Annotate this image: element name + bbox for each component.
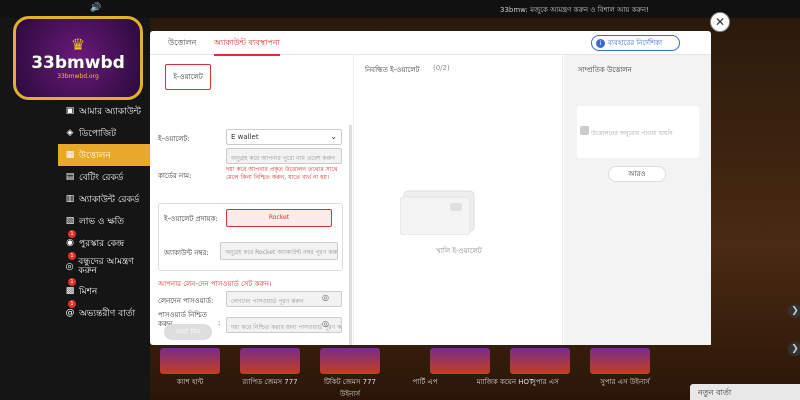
ewallet-select-value: E wallet	[231, 133, 259, 141]
logo-sub: 33bmwbd.org	[57, 72, 99, 80]
modal-tabs: উত্তোলন অ্যাকাউন্ট ব্যবস্থাপনা i ব্যবহার…	[150, 31, 711, 56]
notification-badge: 1	[68, 300, 76, 308]
saved-ewallets-count: (0/2)	[433, 64, 450, 72]
message-icon: @	[65, 308, 75, 318]
password-label: লেনদেন পাসওয়ার্ড:	[158, 297, 214, 305]
sidebar-item-betting-record[interactable]: ▤ বেটিং রেকর্ড	[58, 166, 150, 188]
game-tile[interactable]	[510, 348, 570, 374]
provider-label: ই-ওয়ালেট প্রদায়ক:	[164, 215, 218, 223]
colon-separator: :	[218, 319, 221, 327]
game-label: সুপার এস উইনার্স	[600, 378, 650, 386]
crown-icon: ♛	[70, 34, 86, 54]
sidebar-item-label: ডিপোজিট	[79, 128, 117, 139]
account-number-label: অ্যাকাউন্ট নম্বর:	[164, 249, 209, 257]
game-label: সুপার এস	[531, 378, 559, 386]
account-sidebar: ▣ আমার অ্যাকাউন্ট ◈ ডিপোজিট ▦ উত্তোলন ▤ বেটি…	[58, 100, 150, 324]
cardname-input[interactable]: অনুগ্রহ করে আপনার পুরো নাম প্রবেশ করুন	[226, 148, 342, 164]
logo-name: 33bmwbd	[31, 52, 125, 73]
brand-logo[interactable]: ♛ 33bmwbd 33bmwbd.org	[13, 16, 143, 100]
tab-withdraw[interactable]: উত্তোলন	[168, 37, 196, 50]
submit-button[interactable]: জমা দিন	[164, 324, 212, 340]
mission-icon: ▩	[65, 286, 75, 296]
sidebar-item-label: উত্তোলন	[79, 150, 111, 161]
news-button[interactable]: নতুন বার্তা	[690, 384, 800, 400]
add-ewallet-form: ই-ওয়ালেট ই-ওয়ালেট: E wallet ⌄ কার্ডের …	[150, 55, 354, 345]
reward-icon: ◉	[66, 238, 74, 248]
sidebar-item-label: অ্যাকাউন্ট রেকর্ড	[79, 194, 140, 205]
withdraw-icon: ▦	[65, 150, 75, 160]
document-icon	[580, 126, 589, 135]
recent-empty-text: উত্তোলনের অনুরোধ পাওয়া যায়নি	[591, 130, 673, 137]
saved-ewallets-title: নিবন্ধিত ই-ওয়ালেট	[365, 66, 420, 74]
chevron-right-icon[interactable]: ❯	[788, 304, 800, 318]
account-number-input[interactable]: অনুগ্রহ করে Rocket অ্যাকাউন্ট নম্বর পূরণ…	[220, 242, 338, 260]
notification-badge: 1	[68, 252, 76, 260]
deposit-icon: ◈	[66, 128, 74, 138]
saved-ewallets-panel: নিবন্ধিত ই-ওয়ালেট (0/2) খালি ই-ওয়ালেট	[355, 55, 563, 345]
game-strip: ক্যাশ হান্ট র‍্যাপিড জেমস 777 টিকিট জেমস…	[160, 348, 660, 400]
recent-withdrawals-title: সাম্প্রতিক উত্তোলন	[578, 66, 632, 74]
provider-input[interactable]: Rocket	[226, 209, 332, 227]
tab-account-management[interactable]: অ্যাকাউন্ট ব্যবস্থাপনা	[214, 37, 280, 56]
sidebar-item-label: অভ্যন্তরীণ বার্তা	[79, 308, 136, 319]
eye-icon[interactable]: ◎	[322, 319, 329, 328]
sidebar-item-label: আমার অ্যাকাউন্ট	[79, 106, 141, 117]
game-tile[interactable]	[430, 348, 490, 374]
speaker-icon: 🔊	[90, 3, 102, 13]
ewallet-label: ই-ওয়ালেট:	[158, 135, 190, 143]
sidebar-item-account-record[interactable]: ▥ অ্যাকাউন্ট রেকর্ড	[58, 188, 150, 210]
game-tile[interactable]	[590, 348, 650, 374]
sidebar-item-my-account[interactable]: ▣ আমার অ্যাকাউন্ট	[58, 100, 150, 122]
eye-icon[interactable]: ◎	[322, 293, 329, 302]
sidebar-item-label: পুরস্কার কেন্দ্র	[79, 238, 125, 249]
notification-badge: 1	[68, 278, 76, 286]
sidebar-item-deposit[interactable]: ◈ ডিপোজিট	[58, 122, 150, 144]
chevron-down-icon: ⌄	[330, 132, 337, 141]
game-tile[interactable]	[160, 348, 220, 374]
password-section-header: আপনার লেন-দেন পাসওয়ার্ড সেট করুন।	[158, 280, 272, 288]
notification-badge: 1	[68, 230, 76, 238]
sidebar-item-reward[interactable]: 1 ◉ পুরস্কার কেন্দ্র	[58, 230, 150, 254]
marquee-text: 33bmw: মজুকে আমন্ত্রণ করুন ও বিশাল আয় ক…	[500, 6, 649, 14]
sidebar-item-profit-loss[interactable]: ▧ লাভ ও ক্ষতি	[58, 210, 150, 232]
sidebar-item-mission[interactable]: 1 ▩ মিশন	[58, 278, 150, 302]
sidebar-item-invite[interactable]: 1 ◎ বন্ধুদের আমন্ত্রণ করুন	[58, 252, 150, 280]
sidebar-item-label: বন্ধুদের আমন্ত্রণ করুন	[78, 257, 134, 276]
close-icon[interactable]: ✕	[710, 12, 730, 32]
recent-withdrawals-panel: সাম্প্রতিক উত্তোলন উত্তোলনের অনুরোধ পাওয…	[564, 55, 711, 345]
ewallet-select[interactable]: E wallet ⌄	[226, 129, 342, 145]
sidebar-item-withdraw[interactable]: ▦ উত্তোলন	[58, 144, 150, 166]
more-button[interactable]: আরও	[608, 166, 666, 182]
game-label: র‍্যাপিড জেমস 777	[242, 378, 298, 386]
usage-guide-label: ব্যবহারের নির্দেশিকা	[608, 39, 663, 47]
game-tile[interactable]	[320, 348, 380, 374]
sidebar-item-messages[interactable]: 1 @ অভ্যন্তরীণ বার্তা	[58, 300, 150, 324]
cardname-label: কার্ডের নাম:	[158, 172, 192, 180]
withdraw-modal: উত্তোলন অ্যাকাউন্ট ব্যবস্থাপনা i ব্যবহার…	[150, 31, 711, 345]
sidebar-item-label: বেটিং রেকর্ড	[79, 172, 124, 183]
game-tile[interactable]	[240, 348, 300, 374]
chevron-right-icon[interactable]: ❯	[788, 342, 800, 356]
form-scrollbar[interactable]	[349, 125, 352, 345]
empty-wallet-text: খালি ই-ওয়ালেট	[436, 247, 482, 255]
usage-guide-button[interactable]: i ব্যবহারের নির্দেশিকা	[591, 35, 680, 51]
cardname-warning: দয়া করে আপনার প্রকৃত উত্তোলন তথ্যের সাথ…	[226, 166, 338, 181]
game-label: টিকিট জেমস 777 উইনার্স	[324, 378, 376, 398]
ewallet-type-chip[interactable]: ই-ওয়ালেট	[165, 64, 211, 90]
recent-withdrawals-empty: উত্তোলনের অনুরোধ পাওয়া যায়নি	[577, 106, 699, 158]
user-icon: ▣	[65, 106, 75, 116]
info-icon: i	[596, 38, 605, 48]
sidebar-item-label: মিশন	[79, 286, 98, 297]
profit-loss-icon: ▧	[65, 216, 75, 226]
game-label: ক্যাশ হান্ট	[176, 378, 204, 386]
sidebar-item-label: লাভ ও ক্ষতি	[79, 216, 124, 227]
empty-wallet-icon	[400, 190, 475, 235]
invite-icon: ◎	[65, 261, 74, 272]
account-record-icon: ▥	[65, 194, 75, 204]
betting-record-icon: ▤	[65, 172, 75, 182]
game-label: পার্টি এপ	[412, 378, 438, 386]
